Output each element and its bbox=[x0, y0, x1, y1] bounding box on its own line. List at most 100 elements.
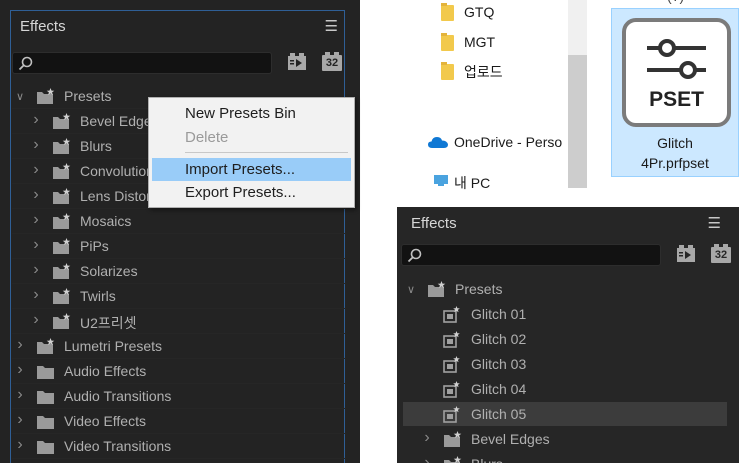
tree-item[interactable]: Glitch 01 bbox=[403, 302, 727, 327]
hamburger-menu-icon[interactable]: ☰ bbox=[325, 17, 338, 35]
tree-item[interactable]: › Bevel Edges bbox=[403, 427, 727, 452]
tree-item[interactable]: › Video Transitions bbox=[12, 434, 346, 459]
chevron-right-icon[interactable]: › bbox=[30, 236, 42, 254]
tree-item[interactable]: › Audio Effects bbox=[12, 359, 346, 384]
tree-item-label: Solarizes bbox=[80, 263, 138, 279]
tree-item-label: Video Transitions bbox=[64, 438, 172, 454]
chevron-right-icon[interactable]: › bbox=[421, 429, 433, 447]
search-input[interactable] bbox=[401, 244, 661, 266]
tree-item[interactable]: › Audio Transitions bbox=[12, 384, 346, 409]
chevron-right-icon[interactable]: › bbox=[30, 311, 42, 329]
new-presets-bin-item[interactable]: New Presets Bin bbox=[152, 102, 351, 125]
file-tile-glitch[interactable]: PSET Glitch 4Pr.prfpset bbox=[611, 8, 739, 177]
folder-icon bbox=[441, 33, 454, 51]
chevron-right-icon[interactable]: › bbox=[14, 336, 26, 354]
panel-title: Effects bbox=[20, 18, 66, 35]
chevron-right-icon[interactable]: › bbox=[30, 136, 42, 154]
search-row: 32 bbox=[0, 49, 360, 79]
chevron-right-icon[interactable]: › bbox=[30, 286, 42, 304]
onedrive-icon bbox=[428, 137, 448, 148]
chevron-right-icon[interactable]: › bbox=[14, 411, 26, 429]
preset-bin-icon bbox=[52, 113, 72, 133]
folder-icon bbox=[36, 438, 56, 458]
preset-bin-icon bbox=[427, 281, 447, 301]
partial-top-label: (?) bbox=[667, 0, 684, 4]
hamburger-menu-icon[interactable]: ☰ bbox=[708, 214, 721, 232]
delete-item[interactable]: Delete bbox=[152, 126, 351, 149]
file-name-line2: 4Pr.prfpset bbox=[641, 155, 709, 171]
preset-bin-icon bbox=[52, 288, 72, 308]
tree-item-label: Glitch 04 bbox=[471, 381, 527, 397]
chevron-down-icon[interactable]: ∨ bbox=[14, 90, 26, 103]
tree-item-label: Convolution bbox=[80, 163, 154, 179]
chevron-right-icon[interactable]: › bbox=[30, 111, 42, 129]
tree-item-label: Presets bbox=[455, 281, 503, 297]
folder-upload[interactable]: 업로드 bbox=[464, 62, 503, 82]
chevron-down-icon[interactable]: ∨ bbox=[405, 283, 417, 296]
folder-icon bbox=[441, 3, 454, 21]
sliders-icon bbox=[647, 39, 706, 79]
chevron-right-icon[interactable]: › bbox=[14, 361, 26, 379]
folder-icon bbox=[36, 388, 56, 408]
tree-item[interactable]: › U2프리셋 bbox=[12, 309, 346, 334]
search-icon bbox=[407, 248, 422, 263]
tree-item[interactable]: Glitch 05 bbox=[403, 402, 727, 427]
chevron-right-icon[interactable]: › bbox=[30, 161, 42, 179]
tree-item-label: Glitch 03 bbox=[471, 356, 527, 372]
tree-item-label: Blurs bbox=[80, 138, 112, 154]
tree-item[interactable]: ∨ Presets bbox=[403, 277, 727, 302]
preset-bin-icon bbox=[36, 338, 56, 358]
tree-item[interactable]: › Mosaics bbox=[12, 209, 346, 234]
folder-gtq[interactable]: GTQ bbox=[464, 4, 494, 20]
tree-item[interactable]: › Twirls bbox=[12, 284, 346, 309]
pset-label: PSET bbox=[649, 88, 704, 111]
onedrive-item[interactable]: OneDrive - Perso bbox=[454, 134, 562, 150]
search-input[interactable] bbox=[12, 52, 272, 74]
preset-icon bbox=[443, 381, 461, 401]
chevron-right-icon[interactable]: › bbox=[30, 186, 42, 204]
tree-item[interactable]: › Video Effects bbox=[12, 409, 346, 434]
chevron-right-icon[interactable]: › bbox=[14, 386, 26, 404]
export-presets-item[interactable]: Export Presets... bbox=[152, 181, 351, 204]
tree-item-label: Twirls bbox=[80, 288, 116, 304]
preset-icon bbox=[443, 306, 461, 326]
folder-icon bbox=[36, 413, 56, 433]
folder-icon bbox=[36, 363, 56, 383]
folder-mgt[interactable]: MGT bbox=[464, 34, 495, 50]
tree-item-label: Audio Effects bbox=[64, 363, 147, 379]
chevron-right-icon[interactable]: › bbox=[30, 261, 42, 279]
tree-item-label: Audio Transitions bbox=[64, 388, 172, 404]
accelerated-effects-icon[interactable] bbox=[287, 53, 307, 71]
tree-item[interactable]: › PiPs bbox=[12, 234, 346, 259]
tree-item[interactable]: Glitch 02 bbox=[403, 327, 727, 352]
tree-item-label: Glitch 01 bbox=[471, 306, 527, 322]
accelerated-effects-icon[interactable] bbox=[676, 245, 696, 263]
tree-item[interactable]: › Blurs bbox=[403, 452, 727, 463]
chevron-right-icon[interactable]: › bbox=[30, 211, 42, 229]
tree-item[interactable]: Glitch 04 bbox=[403, 377, 727, 402]
chevron-right-icon[interactable]: › bbox=[14, 436, 26, 454]
32bit-effects-icon[interactable]: 32 bbox=[711, 244, 731, 263]
menu-separator bbox=[185, 152, 348, 153]
tree-item-label: Bevel Edges bbox=[80, 113, 159, 129]
preset-bin-icon bbox=[52, 163, 72, 183]
tree-item[interactable]: › Solarizes bbox=[12, 259, 346, 284]
preset-bin-icon bbox=[52, 213, 72, 233]
folder-icon bbox=[441, 62, 454, 80]
tree-item-label: Glitch 02 bbox=[471, 331, 527, 347]
tree-item[interactable]: › Lumetri Presets bbox=[12, 334, 346, 359]
tree-item-label: Glitch 05 bbox=[471, 406, 527, 422]
preset-bin-icon bbox=[52, 188, 72, 208]
scrollbar-thumb[interactable] bbox=[568, 55, 587, 188]
pset-file-icon: PSET bbox=[622, 18, 731, 127]
tree-item-label: Blurs bbox=[471, 456, 503, 463]
tree-item[interactable]: Glitch 03 bbox=[403, 352, 727, 377]
preset-bin-icon bbox=[443, 456, 463, 463]
preset-icon bbox=[443, 406, 461, 426]
this-pc-item[interactable]: 내 PC bbox=[454, 173, 490, 193]
panel-header: Effects ☰ bbox=[10, 10, 360, 44]
32bit-effects-icon[interactable]: 32 bbox=[322, 52, 342, 71]
chevron-right-icon[interactable]: › bbox=[421, 454, 433, 463]
effects-panel-left: Effects ☰ 32 ∨ Presets › Bevel Edges › Blurs ›… bbox=[0, 0, 360, 463]
import-presets-item[interactable]: Import Presets... bbox=[152, 158, 351, 181]
